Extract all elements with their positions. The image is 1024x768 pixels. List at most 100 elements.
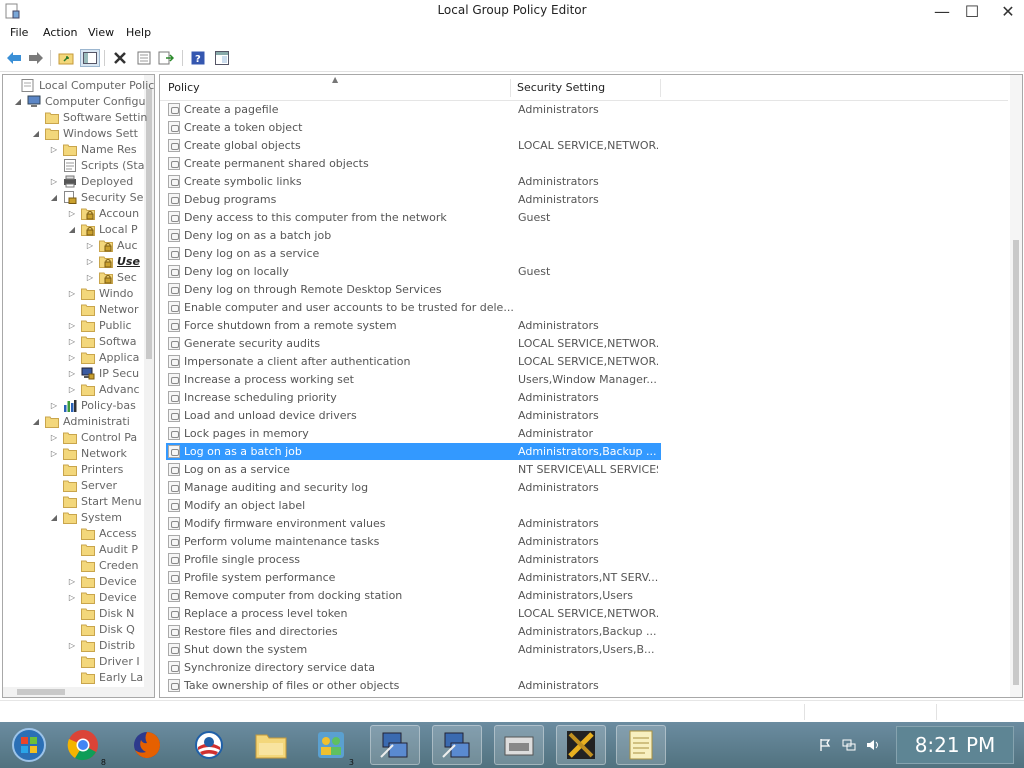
tree-item[interactable]: Server bbox=[49, 477, 117, 493]
taskbar-clock[interactable]: 8:21 PM bbox=[896, 726, 1014, 764]
table-row[interactable]: Manage auditing and security log Administ… bbox=[166, 479, 661, 496]
expand-arrow-icon[interactable]: ▷ bbox=[67, 641, 77, 650]
volume-tray-icon[interactable] bbox=[866, 738, 880, 752]
network-tray-icon[interactable] bbox=[842, 738, 856, 752]
tree-item[interactable]: ◢ System bbox=[49, 509, 122, 525]
list-vertical-scrollbar[interactable] bbox=[1010, 75, 1022, 697]
table-row[interactable]: Remove computer from docking station Admi… bbox=[166, 587, 661, 604]
table-row[interactable]: Perform volume maintenance tasks Administ… bbox=[166, 533, 661, 550]
tree-item[interactable]: ▷ Auc bbox=[85, 237, 138, 253]
tree-item[interactable]: ▷ IP Secu bbox=[67, 365, 139, 381]
expand-arrow-icon[interactable]: ▷ bbox=[49, 401, 59, 410]
collapse-arrow-icon[interactable]: ◢ bbox=[49, 193, 59, 202]
table-row[interactable]: Create permanent shared objects bbox=[166, 155, 661, 172]
expand-arrow-icon[interactable]: ▷ bbox=[67, 321, 77, 330]
menu-view[interactable]: View bbox=[88, 26, 114, 39]
table-row[interactable]: Take ownership of files or other objects… bbox=[166, 677, 661, 694]
expand-arrow-icon[interactable]: ▷ bbox=[67, 289, 77, 298]
expand-arrow-icon[interactable]: ▷ bbox=[49, 449, 59, 458]
expand-arrow-icon[interactable]: ▷ bbox=[67, 353, 77, 362]
tree-item[interactable]: ▷ Network bbox=[49, 445, 127, 461]
table-row[interactable]: Generate security audits LOCAL SERVICE,NE… bbox=[166, 335, 661, 352]
tree-item[interactable]: ▷ Policy-bas bbox=[49, 397, 136, 413]
properties-icon[interactable] bbox=[134, 49, 154, 67]
tree-item[interactable]: ▷ Softwa bbox=[67, 333, 136, 349]
table-row[interactable]: Log on as a batch job Administrators,Back… bbox=[166, 443, 661, 460]
menu-help[interactable]: Help bbox=[126, 26, 151, 39]
users-app-taskbar-icon[interactable]: 3 bbox=[306, 725, 356, 767]
table-row[interactable]: Deny log on locally Guest bbox=[166, 263, 661, 280]
column-header-policy[interactable]: Policy bbox=[168, 81, 200, 94]
table-row[interactable]: Modify an object label bbox=[166, 497, 661, 514]
minimize-button[interactable]: — bbox=[928, 2, 956, 22]
table-row[interactable]: Debug programs Administrators bbox=[166, 191, 661, 208]
tree-item[interactable]: ▷ Sec bbox=[85, 269, 137, 285]
show-hide-tree-icon[interactable] bbox=[80, 49, 100, 67]
table-row[interactable]: Create global objects LOCAL SERVICE,NETWO… bbox=[166, 137, 661, 154]
table-row[interactable]: Create a pagefile Administrators bbox=[166, 101, 661, 118]
tree-item[interactable]: ◢ Windows Sett bbox=[31, 125, 138, 141]
tree-item[interactable]: ▷ Windo bbox=[67, 285, 133, 301]
up-folder-icon[interactable] bbox=[56, 49, 76, 67]
expand-arrow-icon[interactable]: ▷ bbox=[67, 369, 77, 378]
network-computer-taskbar-icon[interactable] bbox=[370, 725, 420, 765]
table-row[interactable]: Modify firmware environment values Admini… bbox=[166, 515, 661, 532]
tree-item[interactable]: ◢ Administrati bbox=[31, 413, 130, 429]
table-row[interactable]: Deny log on as a batch job bbox=[166, 227, 661, 244]
maximize-button[interactable]: ☐ bbox=[958, 2, 986, 22]
collapse-arrow-icon[interactable]: ◢ bbox=[31, 129, 41, 138]
tree-item[interactable]: Printers bbox=[49, 461, 123, 477]
expand-arrow-icon[interactable]: ▷ bbox=[67, 385, 77, 394]
table-row[interactable]: Profile system performance Administrators… bbox=[166, 569, 661, 586]
file-explorer-taskbar-icon[interactable] bbox=[246, 725, 296, 765]
chrome-taskbar-icon[interactable]: 8 bbox=[58, 725, 108, 767]
collapse-arrow-icon[interactable]: ◢ bbox=[67, 225, 77, 234]
table-row[interactable]: Increase scheduling priority Administrato… bbox=[166, 389, 661, 406]
table-row[interactable]: Force shutdown from a remote system Admin… bbox=[166, 317, 661, 334]
table-row[interactable]: Lock pages in memory Administrator bbox=[166, 425, 661, 442]
start-button[interactable] bbox=[4, 725, 54, 765]
menu-file[interactable]: File bbox=[10, 26, 28, 39]
table-row[interactable]: Log on as a service NT SERVICE\ALL SERVIC… bbox=[166, 461, 661, 478]
column-header-security-setting[interactable]: Security Setting bbox=[517, 81, 605, 94]
tree-item[interactable]: ▷ Deployed bbox=[49, 173, 133, 189]
tree-item[interactable]: ▷ Applica bbox=[67, 349, 139, 365]
network-computer-2-taskbar-icon[interactable] bbox=[432, 725, 482, 765]
tree-item[interactable]: ▷ Public bbox=[67, 317, 132, 333]
tree-item[interactable]: ▷ Device bbox=[67, 589, 137, 605]
tree-item[interactable]: ▷ Name Res bbox=[49, 141, 137, 157]
tree-vertical-scrollbar[interactable] bbox=[144, 75, 154, 697]
expand-arrow-icon[interactable]: ▷ bbox=[67, 577, 77, 586]
tree-item[interactable]: ◢ Computer Configu bbox=[13, 93, 146, 109]
collapse-arrow-icon[interactable]: ◢ bbox=[31, 417, 41, 426]
table-row[interactable]: Deny access to this computer from the ne… bbox=[166, 209, 661, 226]
collapse-arrow-icon[interactable]: ◢ bbox=[13, 97, 23, 106]
expand-arrow-icon[interactable]: ▷ bbox=[49, 145, 59, 154]
expand-arrow-icon[interactable]: ▷ bbox=[49, 177, 59, 186]
table-row[interactable]: Replace a process level token LOCAL SERVI… bbox=[166, 605, 661, 622]
forward-arrow-icon[interactable] bbox=[26, 49, 46, 67]
tree-item[interactable]: Audit P bbox=[67, 541, 138, 557]
console-view-icon[interactable] bbox=[212, 49, 232, 67]
table-row[interactable]: Load and unload device drivers Administra… bbox=[166, 407, 661, 424]
tools-taskbar-icon[interactable] bbox=[556, 725, 606, 765]
tree-item[interactable]: ▷ Advanc bbox=[67, 381, 140, 397]
expand-arrow-icon[interactable]: ▷ bbox=[67, 337, 77, 346]
tree-item[interactable]: Creden bbox=[67, 557, 138, 573]
tree-item[interactable]: Start Menu bbox=[49, 493, 142, 509]
help-icon[interactable]: ? bbox=[188, 49, 208, 67]
delete-icon[interactable] bbox=[110, 49, 130, 67]
table-row[interactable]: Synchronize directory service data bbox=[166, 659, 661, 676]
device-taskbar-icon[interactable] bbox=[494, 725, 544, 765]
expand-arrow-icon[interactable]: ▷ bbox=[67, 209, 77, 218]
export-list-icon[interactable] bbox=[156, 49, 176, 67]
tree-item[interactable]: Disk Q bbox=[67, 621, 135, 637]
tree-item[interactable]: Disk N bbox=[67, 605, 134, 621]
table-row[interactable]: Shut down the system Administrators,Users… bbox=[166, 641, 661, 658]
expand-arrow-icon[interactable]: ▷ bbox=[49, 433, 59, 442]
tree-item[interactable]: Driver I bbox=[67, 653, 140, 669]
table-row[interactable]: Increase a process working set Users,Wind… bbox=[166, 371, 661, 388]
obama-logo-taskbar-icon[interactable] bbox=[184, 725, 234, 765]
tree-horizontal-scrollbar[interactable] bbox=[3, 687, 154, 697]
tree-item[interactable]: Local Computer Polic bbox=[7, 77, 154, 93]
